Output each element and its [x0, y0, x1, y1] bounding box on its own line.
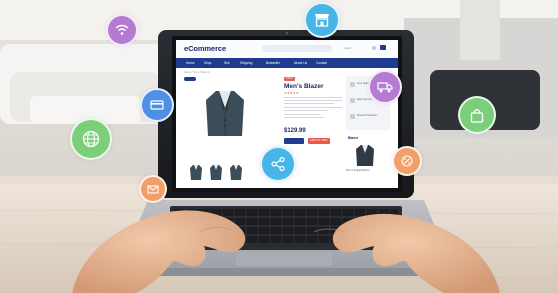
rating-stars: ★★★★★	[284, 91, 299, 95]
thumbnail-3[interactable]	[230, 164, 242, 180]
blazer-main-image[interactable]	[204, 88, 246, 138]
product-price: $129.99	[284, 128, 306, 134]
user-icon[interactable]	[372, 46, 376, 50]
delivery-icon	[350, 82, 355, 87]
add-to-cart-button[interactable]: ADD TO CART	[308, 138, 330, 144]
nav-shipping[interactable]: Shipping	[240, 61, 252, 65]
mail-bubble	[139, 175, 167, 203]
discount-bubble	[392, 146, 422, 176]
description-line	[284, 114, 320, 116]
photo-scene: eCommerce Login Home Shop Sell Shipping …	[0, 0, 558, 293]
related-product-image[interactable]	[356, 144, 374, 166]
truck-bubble	[368, 70, 402, 104]
discount-icon	[401, 155, 413, 167]
related-product-caption: Men's Striped Blazer	[346, 169, 370, 172]
sale-badge: SALE	[284, 77, 295, 81]
related-heading: Blazer	[348, 136, 359, 140]
mail-icon	[147, 184, 159, 194]
thumbnail-2[interactable]	[210, 164, 222, 180]
store-header: eCommerce Login	[176, 40, 398, 58]
nav-sell[interactable]: Sell	[224, 61, 229, 65]
category-pill[interactable]	[184, 77, 196, 81]
share-icon	[271, 156, 285, 172]
wifi-icon	[115, 24, 129, 35]
bag-bubble	[458, 96, 496, 134]
globe-icon	[82, 130, 100, 148]
shopping-bag-icon	[470, 108, 484, 123]
description-line	[284, 97, 342, 99]
thumbnail-1[interactable]	[190, 164, 202, 180]
nav-about-us[interactable]: About Us	[294, 61, 307, 65]
nav-bestseller[interactable]: Bestseller	[266, 61, 280, 65]
share-bubble	[260, 146, 296, 182]
sidebar-item-label: Product Protection	[357, 114, 378, 117]
description-line	[284, 100, 342, 102]
search-input[interactable]	[262, 45, 332, 52]
returns-icon	[350, 98, 355, 103]
store-icon	[315, 14, 329, 27]
login-link[interactable]: Login	[344, 46, 351, 50]
breadcrumb: Home / Shop / Blazers	[184, 71, 210, 74]
description-line	[284, 107, 342, 109]
credit-card-icon	[150, 100, 164, 110]
main-navigation: Home Shop Sell Shipping Bestseller About…	[176, 58, 398, 68]
nav-shop[interactable]: Shop	[204, 61, 211, 65]
quantity-stepper[interactable]	[284, 138, 304, 144]
description-line	[284, 117, 324, 119]
nav-contact[interactable]: Contact	[316, 61, 327, 65]
sidebar-item-label: Easy Returns	[357, 98, 373, 101]
brand-logo[interactable]: eCommerce	[184, 44, 226, 53]
cart-icon[interactable]	[380, 45, 386, 50]
wifi-bubble	[106, 14, 138, 46]
store-bubble	[304, 2, 340, 38]
product-title: Men's Blazer	[284, 83, 324, 90]
sidebar-item-protection: Product Protection	[350, 112, 386, 124]
card-bubble	[140, 88, 174, 122]
description-line	[284, 103, 334, 105]
truck-icon	[377, 81, 393, 92]
description-line	[284, 110, 328, 112]
globe-bubble	[70, 118, 112, 160]
nav-home[interactable]: Home	[186, 61, 195, 65]
shield-icon	[350, 114, 355, 119]
